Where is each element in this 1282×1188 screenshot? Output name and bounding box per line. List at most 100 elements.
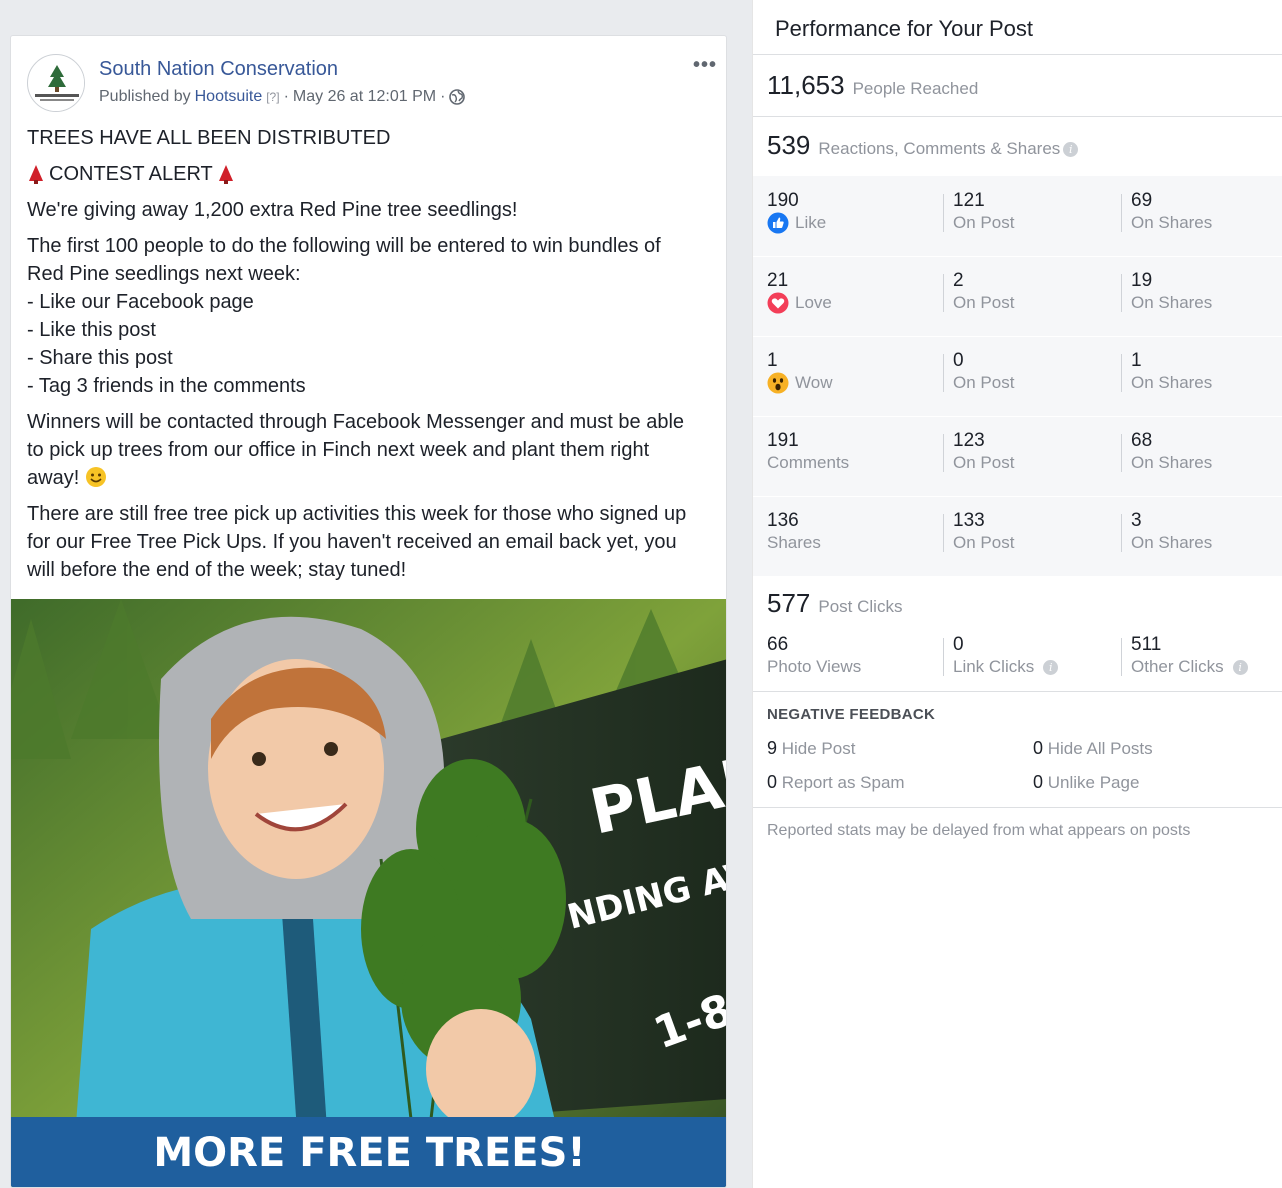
reaction-label: Wow [795, 373, 833, 392]
divider [753, 691, 1282, 692]
total-label: Wow [767, 372, 832, 394]
column-separator [943, 434, 944, 472]
neg-label: Unlike Page [1047, 773, 1140, 792]
link-clicks-cell: 0 Link Clicks i [953, 634, 1059, 678]
total-label: Love [767, 292, 832, 314]
love-icon [767, 292, 789, 314]
link-clicks-value: 0 [953, 634, 964, 655]
column-separator [1121, 354, 1122, 392]
stats-footnote: Reported stats may be delayed from what … [767, 822, 1191, 839]
on-post-label: On Post [953, 373, 1015, 392]
on-post-value: 123 [953, 430, 985, 451]
total-value: 1 [767, 350, 778, 371]
engagement-label-text: Reactions, Comments & Shares [818, 139, 1061, 158]
total-value: 21 [767, 270, 789, 291]
photo-views-value: 66 [767, 634, 789, 655]
neg-label: Hide All Posts [1047, 739, 1153, 758]
neg-value: 0 [1033, 772, 1044, 792]
page-name-link[interactable]: South Nation Conservation [99, 58, 338, 81]
reaction-label: Love [795, 293, 832, 312]
text-line: will before the end of the week; stay tu… [27, 559, 407, 581]
on-shares-cell: 69 On Shares [1131, 190, 1212, 234]
reaction-breakdown: 190 Like 121 On Post 69 On Shares 21 Lov… [753, 176, 1282, 576]
divider [753, 54, 1282, 55]
on-shares-label: On Shares [1131, 293, 1213, 312]
reaction-row-wow: 1 Wow 0 On Post 1 On Shares [753, 336, 1282, 416]
reaction-row-like: 190 Like 121 On Post 69 On Shares [753, 176, 1282, 256]
insights-title: Performance for Your Post [775, 16, 1034, 41]
column-separator [943, 354, 944, 392]
on-post-cell: 123 On Post [953, 430, 1014, 474]
on-shares-value: 68 [1131, 430, 1153, 451]
on-post-value: 0 [953, 350, 964, 371]
link-clicks-text: Link Clicks [953, 657, 1035, 676]
neg-hide-post: 9 Hide Post [767, 738, 855, 759]
on-shares-cell: 19 On Shares [1131, 270, 1212, 314]
neg-report-spam: 0 Report as Spam [767, 772, 905, 793]
total-label: Shares [767, 533, 821, 552]
neg-unlike-page: 0 Unlike Page [1033, 772, 1139, 793]
page-logo[interactable] [27, 54, 85, 112]
on-shares-value: 69 [1131, 190, 1153, 211]
on-post-cell: 2 On Post [953, 270, 1014, 314]
on-shares-value: 1 [1131, 350, 1142, 371]
image-banner-text: MORE FREE TREES! [153, 1130, 586, 1176]
post-paragraph-pickups: There are still free tree pick up activi… [27, 500, 717, 584]
post-header: South Nation Conservation Published by H… [27, 54, 717, 114]
red-tree-emoji-icon [218, 165, 233, 184]
globe-icon[interactable] [449, 89, 466, 105]
post-headline: TREES HAVE ALL BEEN DISTRIBUTED [27, 127, 391, 149]
neg-value: 0 [1033, 738, 1044, 758]
on-shares-label: On Shares [1131, 213, 1213, 232]
clicks-breakdown: 66 Photo Views 0 Link Clicks i 511 Other … [753, 622, 1282, 682]
contest-alert-text: CONTEST ALERT [49, 163, 213, 185]
red-tree-emoji-icon [29, 165, 43, 184]
info-icon[interactable]: i [1063, 142, 1079, 157]
reaction-label: Like [795, 213, 827, 232]
post-paragraph-winners: Winners will be contacted through Facebo… [27, 408, 717, 492]
meta-separator: · [283, 88, 289, 105]
divider [753, 116, 1282, 117]
info-icon[interactable]: i [1232, 659, 1248, 675]
other-clicks-text: Other Clicks [1131, 657, 1224, 676]
column-separator [1121, 274, 1122, 312]
post-paragraph-giveaway: We're giving away 1,200 extra Red Pine t… [27, 199, 518, 221]
post-photo[interactable]: PLANT TI NDING AVAIL 1-87 [11, 599, 726, 1187]
people-reached-label: People Reached [852, 79, 979, 98]
on-shares-cell: 1 On Shares [1131, 350, 1212, 394]
on-shares-value: 19 [1131, 270, 1153, 291]
publisher-app-link[interactable]: Hootsuite [195, 88, 263, 106]
engagement-label: Reactions, Comments & Shares i [818, 139, 1079, 159]
photo-views-label: Photo Views [767, 657, 862, 676]
text-line: Red Pine seedlings next week: [27, 263, 301, 285]
wow-icon [767, 372, 789, 394]
column-separator [943, 514, 944, 552]
step-item: - Like our Facebook page [27, 291, 254, 313]
on-shares-cell: 68 On Shares [1131, 430, 1212, 474]
post-clicks-label: Post Clicks [818, 597, 903, 616]
text-line: There are still free tree pick up activi… [27, 503, 687, 525]
total-cell: 1 Wow [767, 350, 832, 394]
total-label: Like [767, 212, 826, 234]
post-timestamp[interactable]: May 26 at 12:01 PM [293, 88, 436, 106]
contest-alert-line: CONTEST ALERT [27, 160, 717, 188]
text-line: The first 100 people to do the following… [27, 235, 661, 257]
post-clicks-value: 577 [767, 588, 811, 618]
more-options-icon[interactable]: ••• [693, 54, 717, 77]
info-icon[interactable]: i [1043, 659, 1059, 675]
reaction-row-love: 21 Love 2 On Post 19 On Shares [753, 256, 1282, 336]
post-card: South Nation Conservation Published by H… [10, 35, 727, 1188]
total-cell: 21 Love [767, 270, 832, 314]
on-post-label: On Post [953, 293, 1015, 312]
on-post-label: On Post [953, 213, 1015, 232]
step-item: - Share this post [27, 347, 173, 369]
help-mark[interactable]: [?] [266, 90, 279, 104]
step-item: - Tag 3 friends in the comments [27, 375, 306, 397]
column-separator [943, 638, 944, 676]
like-icon [767, 212, 789, 234]
image-banner: MORE FREE TREES! [11, 1117, 726, 1187]
text-line: to pick up trees from our office in Finc… [27, 439, 650, 461]
photo-views-cell: 66 Photo Views [767, 634, 861, 678]
meta-separator-2: · [440, 88, 446, 105]
reaction-row-comments: 191 Comments 123 On Post 68 On Shares [753, 416, 1282, 496]
